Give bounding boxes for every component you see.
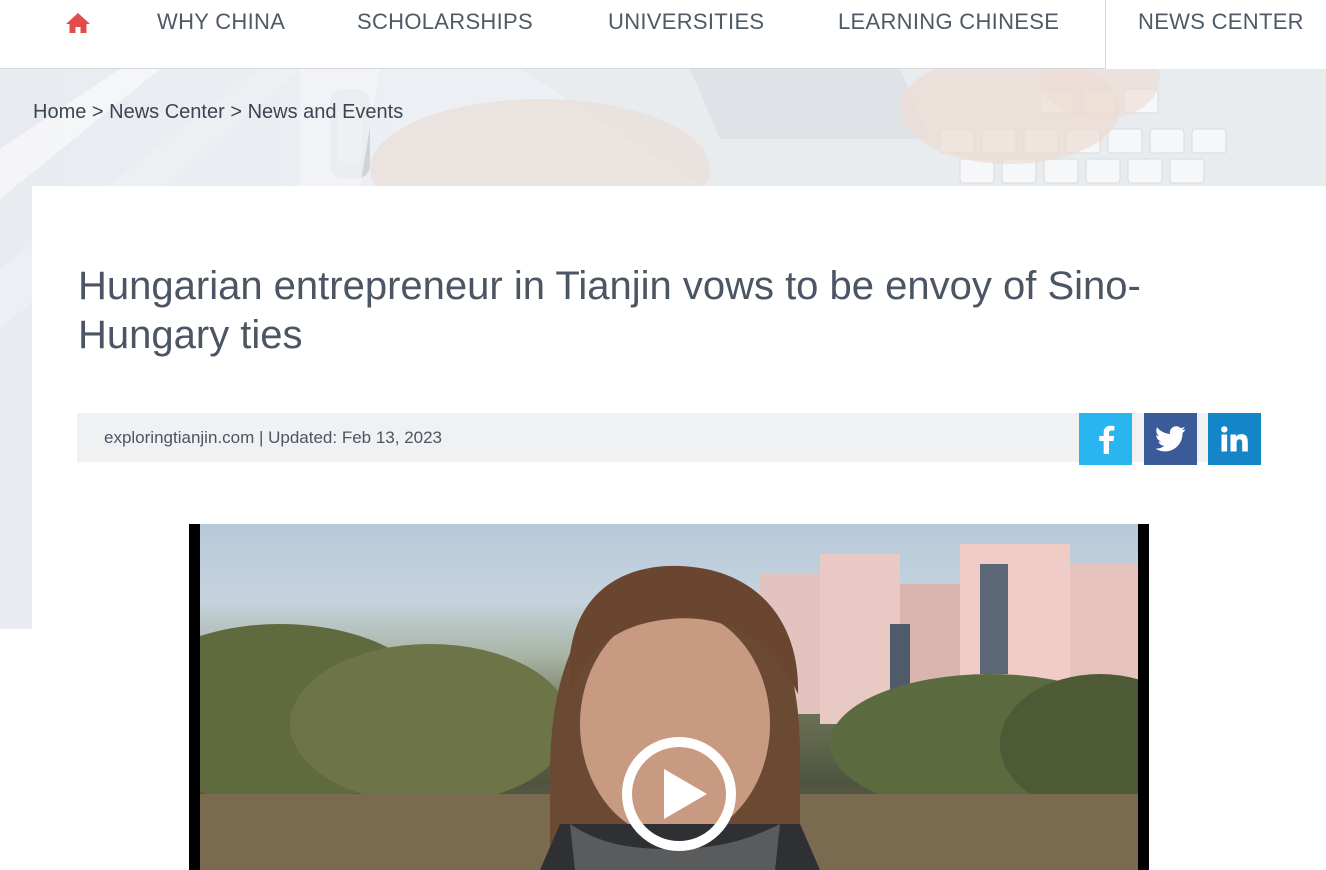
nav-scholarships[interactable]: SCHOLARSHIPS — [357, 0, 533, 44]
breadcrumb-news-and-events[interactable]: News and Events — [248, 101, 404, 123]
home-icon — [66, 13, 90, 33]
nav-learning-chinese[interactable]: LEARNING CHINESE — [838, 0, 1059, 44]
page: WHY CHINA SCHOLARSHIPS UNIVERSITIES LEAR… — [0, 0, 1326, 870]
nav-universities[interactable]: UNIVERSITIES — [608, 0, 764, 44]
video-player[interactable] — [189, 524, 1149, 870]
breadcrumb-home[interactable]: Home — [33, 101, 86, 123]
breadcrumb: Home > News Center > News and Events — [33, 101, 403, 124]
share-twitter-button[interactable] — [1144, 413, 1197, 465]
share-facebook-button[interactable] — [1079, 413, 1132, 465]
home-button[interactable] — [60, 8, 96, 38]
share-linkedin-button[interactable] — [1208, 413, 1261, 465]
breadcrumb-news-center[interactable]: News Center — [109, 101, 225, 123]
nav-why-china[interactable]: WHY CHINA — [157, 0, 285, 44]
nav-news-center[interactable]: NEWS CENTER — [1105, 0, 1326, 69]
breadcrumb-separator: > — [230, 101, 248, 123]
facebook-icon — [1098, 425, 1114, 454]
play-icon[interactable] — [619, 734, 739, 854]
top-navigation: WHY CHINA SCHOLARSHIPS UNIVERSITIES LEAR… — [0, 0, 1326, 69]
twitter-icon — [1155, 426, 1185, 452]
article-meta: exploringtianjin.com | Updated: Feb 13, … — [104, 428, 443, 447]
linkedin-icon — [1220, 426, 1248, 452]
breadcrumb-separator: > — [91, 101, 110, 123]
article-title: Hungarian entrepreneur in Tianjin vows t… — [78, 264, 1141, 357]
video-frame — [200, 524, 1138, 870]
